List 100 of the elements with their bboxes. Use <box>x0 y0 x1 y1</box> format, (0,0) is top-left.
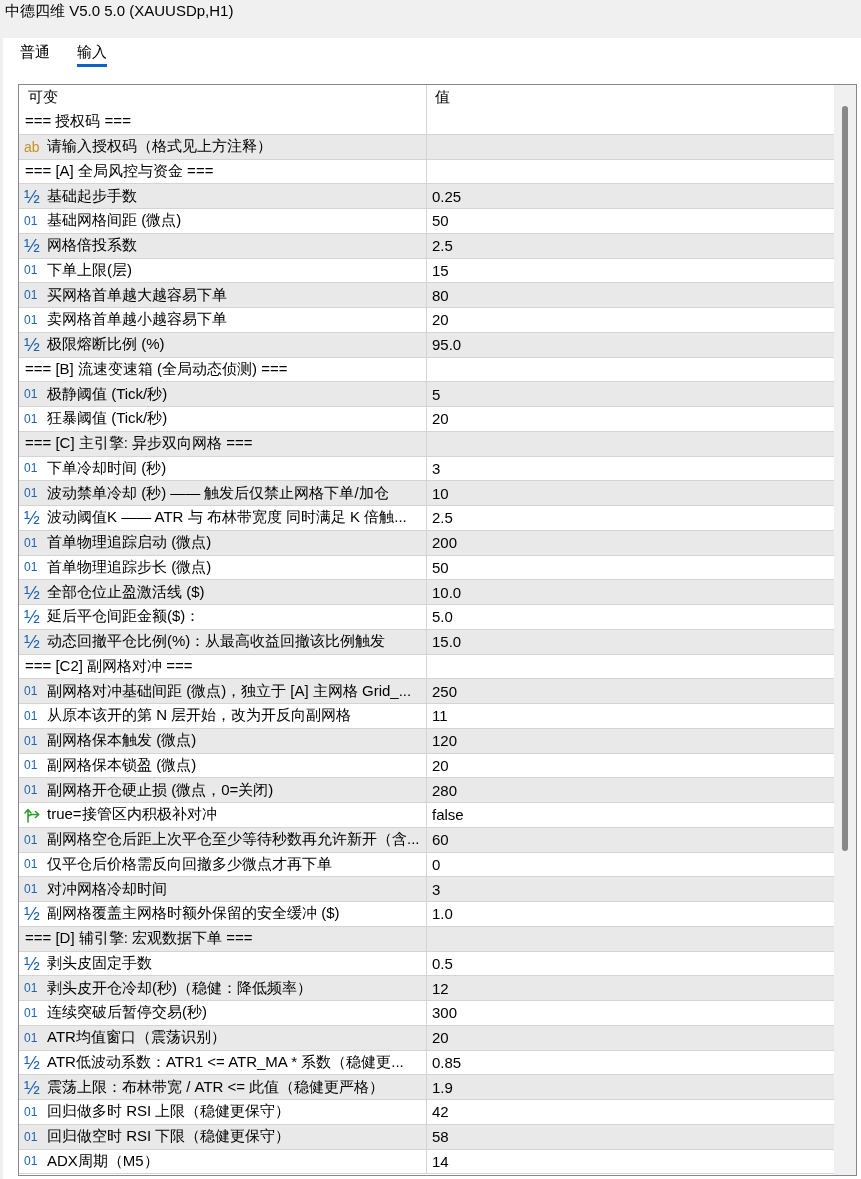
parameter-row[interactable]: 01 仅平仓后价格需反向回撤多少微点才再下单 0 <box>19 852 834 878</box>
parameter-value: 2.5 <box>432 509 453 527</box>
scrollbar-thumb[interactable] <box>842 106 848 851</box>
parameter-value: 10 <box>432 484 449 502</box>
parameter-value: 12 <box>432 979 449 997</box>
parameter-row[interactable]: 01 回归做多时 RSI 上限（稳健更保守） 42 <box>19 1100 834 1125</box>
tab[interactable]: 普通 <box>20 42 50 67</box>
parameter-name: 下单上限(层) <box>47 260 132 280</box>
parameter-value: 42 <box>432 1103 449 1121</box>
parameter-name: 延后平仓间距金额($)： <box>47 607 201 627</box>
parameter-name: 剥头皮开仓冷却(秒)（稳健：降低频率） <box>47 978 312 998</box>
integer-type-icon: 01 <box>24 487 38 500</box>
parameter-name: true=接管区内积极补对冲 <box>47 805 217 825</box>
section-row[interactable]: === [C] 主引擎: 异步双向网格 === <box>19 431 834 457</box>
integer-type-icon: 01 <box>24 1130 38 1143</box>
parameter-name: 仅平仓后价格需反向回撤多少微点才再下单 <box>47 854 332 874</box>
parameter-name: 副网格保本触发 (微点) <box>47 731 197 751</box>
parameter-row[interactable]: true=接管区内积极补对冲 false <box>19 803 834 828</box>
parameter-row[interactable]: ab 请输入授权码（格式见上方注释） <box>19 134 834 160</box>
column-header[interactable]: 值 <box>435 88 450 107</box>
decimal-type-icon: ½ <box>24 632 40 652</box>
parameter-row[interactable]: 01 从原本该开的第 N 层开始，改为开反向副网格 11 <box>19 704 834 729</box>
integer-type-icon: 01 <box>24 313 38 326</box>
parameter-row[interactable]: ½ 剥头皮固定手数 0.5 <box>19 951 834 977</box>
parameter-row[interactable]: 01 对冲网格冷却时间 3 <box>19 877 834 902</box>
column-header[interactable]: 可变 <box>28 88 58 107</box>
parameter-name: 副网格开仓硬止损 (微点，0=关闭) <box>47 780 274 800</box>
parameter-row[interactable]: 01 连续突破后暂停交易(秒) 300 <box>19 1001 834 1026</box>
tab[interactable]: 输入 <box>77 42 107 67</box>
parameter-row[interactable]: 01 首单物理追踪启动 (微点) 200 <box>19 530 834 556</box>
parameter-row[interactable]: 01 ATR均值窗口（震荡识别） 20 <box>19 1025 834 1051</box>
parameter-name: 回归做多时 RSI 上限（稳健更保守） <box>47 1102 291 1122</box>
section-title: === [C] 主引擎: 异步双向网格 === <box>25 434 253 454</box>
parameter-value: 95.0 <box>432 336 462 354</box>
parameter-value: 280 <box>432 781 458 799</box>
integer-type-icon: 01 <box>24 264 38 277</box>
parameter-row[interactable]: 01 副网格对冲基础间距 (微点)，独立于 [A] 主网格 Grid_... 250 <box>19 679 834 704</box>
parameter-name: 卖网格首单越小越容易下单 <box>47 310 227 330</box>
section-row[interactable]: === [C2] 副网格对冲 === <box>19 654 834 680</box>
parameter-row[interactable]: ½ 副网格覆盖主网格时额外保留的安全缓冲 ($) 1.0 <box>19 902 834 927</box>
parameter-row[interactable]: 01 副网格保本锁盈 (微点) 20 <box>19 753 834 779</box>
integer-type-icon: 01 <box>24 1155 38 1168</box>
parameter-row[interactable]: 01 副网格空仓后距上次平仓至少等待秒数再允许新开（含... 60 <box>19 827 834 853</box>
section-row[interactable]: === [B] 流速变速箱 (全局动态侦测) === <box>19 357 834 383</box>
integer-type-icon: 01 <box>24 1006 38 1019</box>
parameter-value: 80 <box>432 286 449 304</box>
parameter-row[interactable]: ½ 极限熔断比例 (%) 95.0 <box>19 332 834 358</box>
parameter-row[interactable]: ½ 动态回撤平仓比例(%)：从最高收益回撤该比例触发 15.0 <box>19 629 834 655</box>
parameter-row[interactable]: 01 极静阈值 (Tick/秒) 5 <box>19 382 834 407</box>
parameter-row[interactable]: ½ 基础起步手数 0.25 <box>19 184 834 209</box>
parameter-row[interactable]: ½ 延后平仓间距金额($)： 5.0 <box>19 605 834 630</box>
parameter-row[interactable]: 01 剥头皮开仓冷却(秒)（稳健：降低频率） 12 <box>19 976 834 1001</box>
parameter-row[interactable]: ½ 震荡上限：布林带宽 / ATR <= 此值（稳健更严格） 1.9 <box>19 1075 834 1100</box>
parameter-row[interactable]: 01 下单冷却时间 (秒) 3 <box>19 456 834 482</box>
parameter-row[interactable]: ½ 波动阈值K —— ATR 与 布林带宽度 同时满足 K 倍触... 2.5 <box>19 506 834 531</box>
integer-type-icon: 01 <box>24 685 38 698</box>
section-title: === [C2] 副网格对冲 === <box>25 656 193 676</box>
section-title: === [D] 辅引擎: 宏观数据下单 === <box>25 929 253 949</box>
parameter-row[interactable]: ½ 网格倍投系数 2.5 <box>19 233 834 259</box>
section-row[interactable]: === 授权码 === <box>19 110 834 135</box>
parameter-value: 20 <box>432 1029 449 1047</box>
parameter-name: 首单物理追踪启动 (微点) <box>47 533 212 553</box>
parameter-name: 从原本该开的第 N 层开始，改为开反向副网格 <box>47 706 352 726</box>
parameter-row[interactable]: ½ ATR低波动系数：ATR1 <= ATR_MA * 系数（稳健更... 0.85 <box>19 1050 834 1076</box>
parameter-row[interactable]: 01 波动禁单冷却 (秒) —— 触发后仅禁止网格下单/加仓 10 <box>19 481 834 506</box>
parameter-name: 基础起步手数 <box>47 186 137 206</box>
parameter-row[interactable]: 01 狂暴阈值 (Tick/秒) 20 <box>19 407 834 432</box>
parameter-value: 3 <box>432 459 441 477</box>
parameter-name: 副网格覆盖主网格时额外保留的安全缓冲 ($) <box>47 904 340 924</box>
parameter-row[interactable]: 01 ADX周期（M5） 14 <box>19 1149 834 1175</box>
parameter-value: 5.0 <box>432 608 453 626</box>
parameter-value: 300 <box>432 1004 458 1022</box>
section-row[interactable]: === [A] 全局风控与资金 === <box>19 159 834 185</box>
parameter-value: 0.25 <box>432 187 462 205</box>
parameter-row[interactable]: 01 买网格首单越大越容易下单 80 <box>19 283 834 308</box>
decimal-type-icon: ½ <box>24 335 40 355</box>
parameter-name: 网格倍投系数 <box>47 236 137 256</box>
parameter-value: 14 <box>432 1152 449 1170</box>
parameter-row[interactable]: 01 副网格保本触发 (微点) 120 <box>19 728 834 754</box>
parameter-value: 10.0 <box>432 583 462 601</box>
parameter-name: 回归做空时 RSI 下限（稳健更保守） <box>47 1127 291 1147</box>
parameter-name: 副网格对冲基础间距 (微点)，独立于 [A] 主网格 Grid_... <box>47 681 412 701</box>
parameter-value: 20 <box>432 410 449 428</box>
parameter-value: 15 <box>432 261 449 279</box>
parameter-row[interactable]: 01 副网格开仓硬止损 (微点，0=关闭) 280 <box>19 778 834 803</box>
section-title: === 授权码 === <box>25 112 131 132</box>
parameter-row[interactable]: 01 回归做空时 RSI 下限（稳健更保守） 58 <box>19 1124 834 1150</box>
decimal-type-icon: ½ <box>24 1052 40 1072</box>
integer-type-icon: 01 <box>24 214 38 227</box>
parameter-value: 3 <box>432 880 441 898</box>
parameter-row[interactable]: ½ 全部仓位止盈激活线 ($) 10.0 <box>19 580 834 605</box>
parameter-row[interactable]: 01 下单上限(层) 15 <box>19 258 834 284</box>
parameter-value: 5 <box>432 385 441 403</box>
parameter-row[interactable]: 01 卖网格首单越小越容易下单 20 <box>19 308 834 333</box>
section-row[interactable]: === [D] 辅引擎: 宏观数据下单 === <box>19 926 834 952</box>
vertical-scrollbar[interactable] <box>834 85 856 1175</box>
parameter-row[interactable]: 01 首单物理追踪步长 (微点) 50 <box>19 555 834 581</box>
parameter-value: 2.5 <box>432 237 453 255</box>
integer-type-icon: 01 <box>24 561 38 574</box>
parameter-row[interactable]: 01 基础网格间距 (微点) 50 <box>19 209 834 234</box>
